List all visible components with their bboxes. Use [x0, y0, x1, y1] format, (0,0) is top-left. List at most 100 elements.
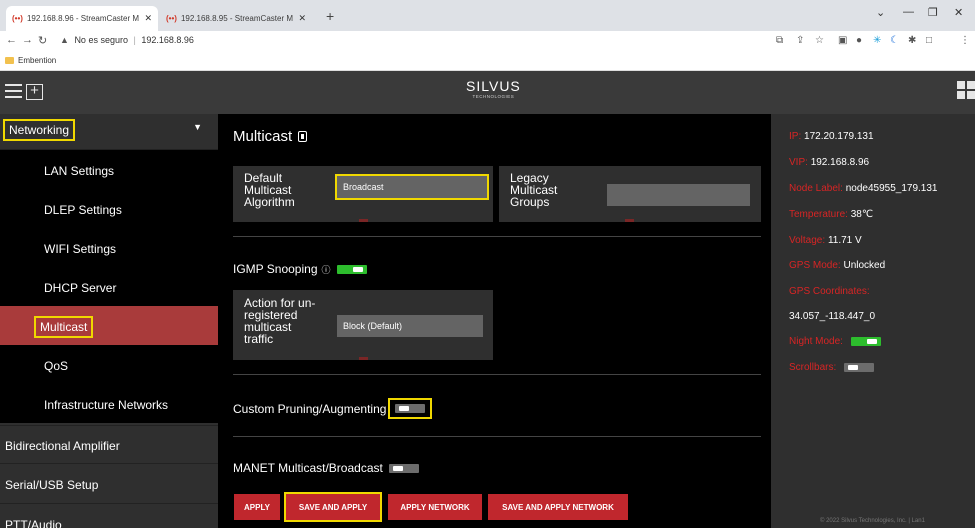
- manet-row: MANET Multicast/Broadcast: [233, 461, 419, 475]
- forward-icon[interactable]: →: [22, 34, 33, 46]
- status-key: IP:: [789, 131, 802, 142]
- tab-search-icon[interactable]: ⌄: [876, 6, 885, 19]
- status-value: node45955_179.131: [845, 183, 938, 194]
- status-panel: IP: 172.20.179.131 VIP: 192.168.8.96 Nod…: [771, 114, 975, 528]
- silvus-logo: SILVUS TECHNOLOGIES: [466, 78, 521, 99]
- browser-tab-bar: (••) 192.168.8.96 - StreamCaster MIM ✕ (…: [0, 0, 975, 31]
- sidebar-item-label: Serial/USB Setup: [5, 478, 99, 492]
- add-panel-icon[interactable]: +: [26, 83, 43, 100]
- sidebar-item-label: Bidirectional Amplifier: [5, 439, 120, 453]
- default-multicast-select[interactable]: Broadcast: [335, 174, 489, 200]
- sidebar-item-bidirectional-amplifier[interactable]: Bidirectional Amplifier: [0, 425, 218, 464]
- sidebar-item-qos[interactable]: QoS: [0, 345, 218, 384]
- close-tab-icon[interactable]: ✕: [298, 13, 306, 24]
- new-tab-icon[interactable]: +: [326, 8, 334, 24]
- sidebar-item-label: LAN Settings: [44, 164, 115, 178]
- unregistered-action-select[interactable]: Block (Default): [337, 315, 483, 337]
- bookmark-star-icon[interactable]: ☆: [815, 35, 824, 46]
- save-page-icon[interactable]: [298, 131, 308, 142]
- share-icon[interactable]: ⇪: [796, 35, 804, 46]
- status-node-label: Node Label: node45955_179.131: [789, 183, 937, 194]
- translate-icon[interactable]: ⧉: [776, 35, 783, 46]
- igmp-snooping-toggle[interactable]: [336, 264, 367, 274]
- extension-icon[interactable]: ●: [856, 35, 862, 46]
- status-temperature: Temperature: 38℃: [789, 209, 873, 220]
- field-marker: [625, 219, 634, 222]
- sidebar-item-dhcp-server[interactable]: DHCP Server: [0, 267, 218, 306]
- hamburger-menu-icon[interactable]: [5, 84, 22, 100]
- night-mode-toggle[interactable]: [850, 337, 881, 346]
- logo-sub: TECHNOLOGIES: [472, 94, 515, 99]
- status-key: Temperature:: [789, 209, 848, 220]
- grid-icon[interactable]: [957, 81, 975, 99]
- legacy-multicast-card: Legacy Multicast Groups: [499, 166, 761, 222]
- sidebar-item-ptt-audio[interactable]: PTT/Audio: [0, 505, 218, 528]
- browser-tab-2[interactable]: (••) 192.168.8.95 - StreamCaster MIM ✕: [160, 6, 312, 31]
- sidebar-item-wifi-settings[interactable]: WIFI Settings: [0, 228, 218, 267]
- field-marker: [359, 219, 368, 222]
- minimize-icon[interactable]: —: [903, 6, 914, 18]
- select-value: Block (Default): [343, 321, 403, 331]
- logo-brand: SILVUS: [466, 78, 521, 94]
- label-line: Algorithm: [244, 195, 295, 209]
- igmp-snooping-row: IGMP Snooping ⓘ: [233, 262, 367, 276]
- legacy-multicast-groups-input[interactable]: [607, 184, 750, 206]
- extension-icon[interactable]: ▣: [838, 35, 847, 46]
- sidebar-item-infrastructure-networks[interactable]: Infrastructure Networks: [0, 384, 218, 423]
- status-key: Scrollbars:: [789, 362, 837, 373]
- back-icon[interactable]: ←: [6, 34, 17, 46]
- status-value: 192.168.8.96: [810, 157, 870, 168]
- bookmark-item[interactable]: Embention: [5, 56, 56, 65]
- extensions-puzzle-icon[interactable]: ✱: [908, 35, 916, 46]
- extension-icon[interactable]: ✳: [873, 35, 881, 46]
- tab-title: 192.168.8.95 - StreamCaster MIM: [180, 14, 294, 23]
- page-title-text: Multicast: [233, 128, 293, 145]
- sidebar-item-label: Multicast: [33, 316, 94, 338]
- sidebar-item-multicast[interactable]: Multicast: [0, 306, 218, 345]
- bookmarks-bar: Embention: [0, 52, 975, 71]
- sidebar-item-label: Infrastructure Networks: [44, 398, 169, 412]
- status-scrollbars: Scrollbars:: [789, 362, 875, 373]
- sidebar-item-dlep-settings[interactable]: DLEP Settings: [0, 189, 218, 228]
- close-tab-icon[interactable]: ✕: [144, 13, 152, 24]
- status-key: Voltage:: [789, 235, 826, 246]
- status-value: 172.20.179.131: [804, 131, 874, 142]
- extension-icon[interactable]: ☾: [890, 35, 899, 46]
- sidebar-item-label: QoS: [44, 359, 69, 373]
- sidepanel-icon[interactable]: □: [926, 35, 932, 46]
- sidebar-item-label: DLEP Settings: [44, 203, 122, 217]
- scrollbars-toggle[interactable]: [844, 363, 875, 372]
- apply-network-button[interactable]: APPLY NETWORK: [388, 494, 482, 520]
- url-field[interactable]: ▲ No es seguro | 192.168.8.96: [60, 35, 194, 45]
- unregistered-action-label: Action for un- registered multicast traf…: [244, 297, 315, 345]
- status-key: Node Label:: [789, 183, 843, 194]
- sidebar-item-serial-usb[interactable]: Serial/USB Setup: [0, 465, 218, 504]
- status-key: VIP:: [789, 157, 808, 168]
- status-key: GPS Coordinates:: [789, 286, 870, 297]
- close-window-icon[interactable]: ✕: [954, 6, 963, 19]
- section-divider: [233, 436, 761, 437]
- section-divider: [233, 374, 761, 375]
- save-and-apply-network-button[interactable]: SAVE AND APPLY NETWORK: [488, 494, 628, 520]
- custom-pruning-toggle[interactable]: [395, 404, 426, 413]
- sidebar-item-lan-settings[interactable]: LAN Settings: [0, 150, 218, 189]
- status-vip: VIP: 192.168.8.96: [789, 157, 869, 168]
- custom-pruning-row: Custom Pruning/Augmenting: [233, 398, 433, 419]
- select-value: Broadcast: [343, 182, 384, 192]
- manet-toggle[interactable]: [388, 463, 419, 473]
- folder-icon: [5, 57, 14, 64]
- menu-icon[interactable]: ⋮: [960, 35, 970, 46]
- apply-button[interactable]: APPLY: [234, 494, 280, 520]
- save-and-apply-button[interactable]: SAVE AND APPLY: [284, 492, 382, 522]
- section-divider: [233, 236, 761, 237]
- status-voltage: Voltage: 11.71 V: [789, 235, 862, 246]
- maximize-icon[interactable]: ❐: [928, 6, 938, 19]
- caret-down-icon: ▼: [193, 122, 202, 132]
- sidebar-item-label: PTT/Audio: [5, 518, 62, 528]
- status-value: 38℃: [850, 209, 874, 220]
- reload-icon[interactable]: ↻: [38, 34, 47, 47]
- status-gps-coordinates: GPS Coordinates:: [789, 286, 870, 297]
- info-icon[interactable]: ⓘ: [322, 263, 331, 276]
- sidebar-item-networking[interactable]: Networking ▼: [0, 114, 218, 150]
- browser-tab-1[interactable]: (••) 192.168.8.96 - StreamCaster MIM ✕: [6, 6, 158, 31]
